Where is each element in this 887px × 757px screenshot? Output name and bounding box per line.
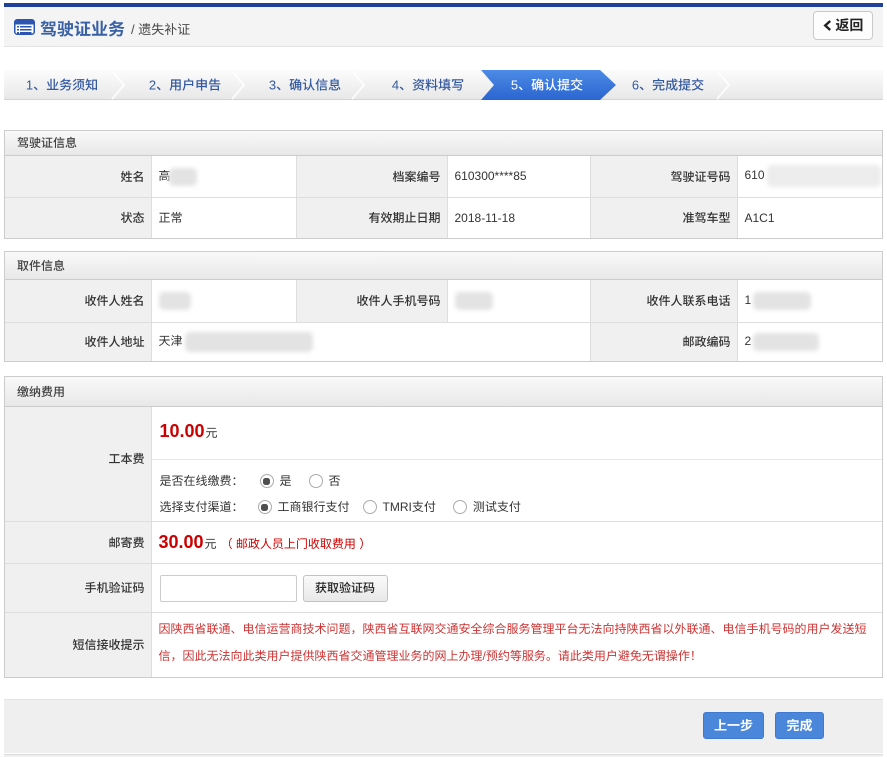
svg-text:4、资料填写: 4、资料填写 xyxy=(392,78,464,93)
svg-text:3、确认信息: 3、确认信息 xyxy=(269,78,341,93)
svg-text:6、完成提交: 6、完成提交 xyxy=(632,78,704,93)
svg-text:1、业务须知: 1、业务须知 xyxy=(26,78,98,93)
svg-text:5、确认提交: 5、确认提交 xyxy=(511,78,583,93)
svg-text:2、用户申告: 2、用户申告 xyxy=(149,78,221,93)
